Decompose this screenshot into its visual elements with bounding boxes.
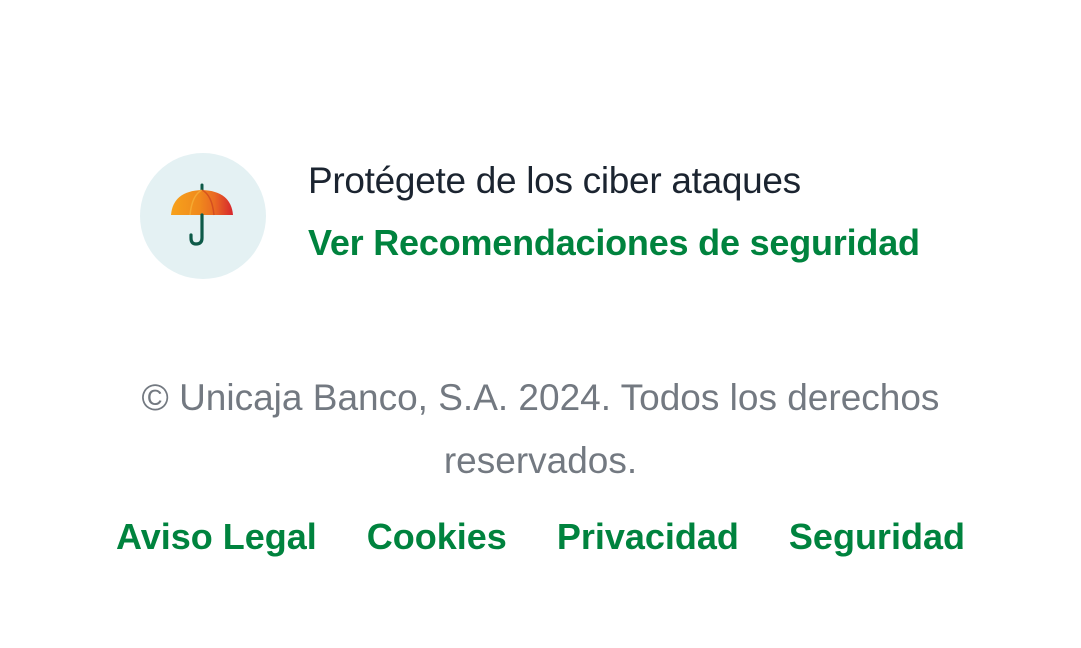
page: Protégete de los ciber ataques Ver Recom… xyxy=(0,0,1081,648)
footer-links: Aviso Legal Cookies Privacidad Seguridad xyxy=(0,514,1081,560)
footer-link-privacidad[interactable]: Privacidad xyxy=(557,514,739,560)
footer-link-cookies[interactable]: Cookies xyxy=(367,514,507,560)
security-banner-title: Protégete de los ciber ataques xyxy=(308,160,801,201)
security-icon-badge xyxy=(140,153,266,279)
security-recommendations-link[interactable]: Ver Recomendaciones de seguridad xyxy=(308,221,920,265)
footer-link-seguridad[interactable]: Seguridad xyxy=(789,514,965,560)
umbrella-icon xyxy=(171,183,233,246)
copyright-text: © Unicaja Banco, S.A. 2024. Todos los de… xyxy=(141,377,940,481)
security-banner-text: Protégete de los ciber ataques Ver Recom… xyxy=(308,159,920,265)
footer-link-aviso-legal[interactable]: Aviso Legal xyxy=(116,514,317,560)
security-banner: Protégete de los ciber ataques Ver Recom… xyxy=(140,153,920,279)
